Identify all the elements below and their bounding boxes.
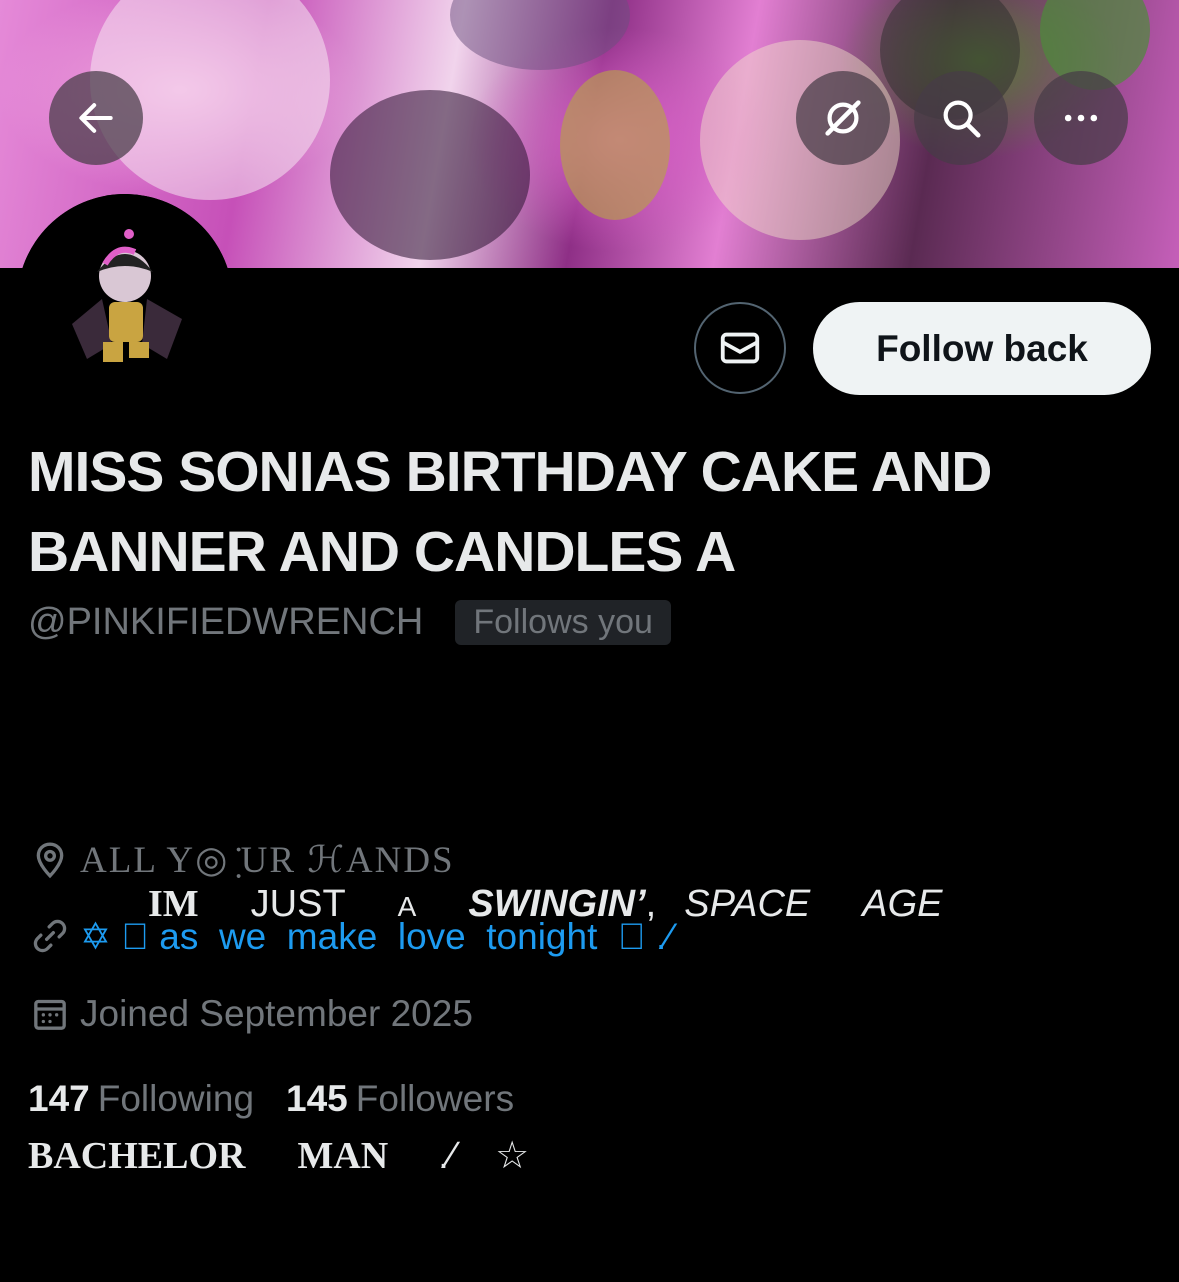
follow-stats: 147 Following 145 Followers — [28, 1078, 546, 1120]
follows-you-badge: Follows you — [455, 599, 671, 645]
banner-art — [330, 90, 530, 260]
star-glyph: ☆ — [495, 1135, 530, 1177]
envelope-icon — [720, 332, 760, 364]
following-count: 147 — [28, 1078, 90, 1119]
website-link[interactable]: ✡ ⃝ as we make love tonight ⃝ .⁄ — [80, 915, 672, 958]
calendar-icon — [28, 992, 72, 1036]
arrow-left-icon — [79, 103, 113, 133]
bio: IM JUST A SWINGIN’, SPACE AGE BACHELOR MAN .⁄ ☆ — [28, 694, 1028, 1282]
follow-back-button[interactable]: Follow back — [813, 302, 1151, 395]
display-name: MISS SONIAS BIRTHDAY CAKE AND BANNER AND… — [28, 440, 992, 584]
grok-button[interactable] — [796, 71, 890, 165]
location-row: ALL Y◎ ̣̇UR ℋANDS — [28, 838, 455, 882]
back-button[interactable] — [49, 71, 143, 165]
joined-date: Joined September 2025 — [80, 993, 473, 1034]
followers-link[interactable]: 145 Followers — [286, 1078, 514, 1120]
website-row: ✡ ⃝ as we make love tonight ⃝ .⁄ — [28, 914, 672, 958]
avatar[interactable] — [17, 194, 233, 410]
location-text: ALL Y◎ ̣̇UR ℋANDS — [80, 840, 455, 881]
message-button[interactable] — [694, 302, 786, 394]
followers-label: Followers — [355, 1078, 515, 1119]
following-link[interactable]: 147 Following — [28, 1078, 254, 1120]
joined-row: Joined September 2025 — [28, 992, 473, 1036]
banner-art — [560, 70, 670, 220]
search-button[interactable] — [914, 71, 1008, 165]
bio-word: AGE — [862, 883, 943, 925]
user-handle: @PINKIFIEDWRENCH — [28, 600, 424, 643]
bio-word: MAN — [297, 1135, 389, 1177]
following-label: Following — [97, 1078, 255, 1119]
more-icon — [1064, 114, 1098, 122]
banner-art — [450, 0, 630, 70]
avatar-image — [17, 194, 233, 410]
location-pin-icon — [28, 838, 72, 882]
search-icon — [943, 100, 981, 138]
more-button[interactable] — [1034, 71, 1128, 165]
bio-word: BACHELOR — [28, 1135, 246, 1177]
bio-line: BACHELOR MAN .⁄ ☆ — [28, 1114, 1028, 1198]
followers-count: 145 — [286, 1078, 348, 1119]
bio-word: SPACE — [684, 883, 811, 925]
link-icon — [28, 914, 72, 958]
handle-row: @PINKIFIEDWRENCH Follows you — [28, 596, 671, 648]
grok-icon — [825, 100, 861, 136]
bio-word: .⁄ — [438, 1135, 456, 1177]
